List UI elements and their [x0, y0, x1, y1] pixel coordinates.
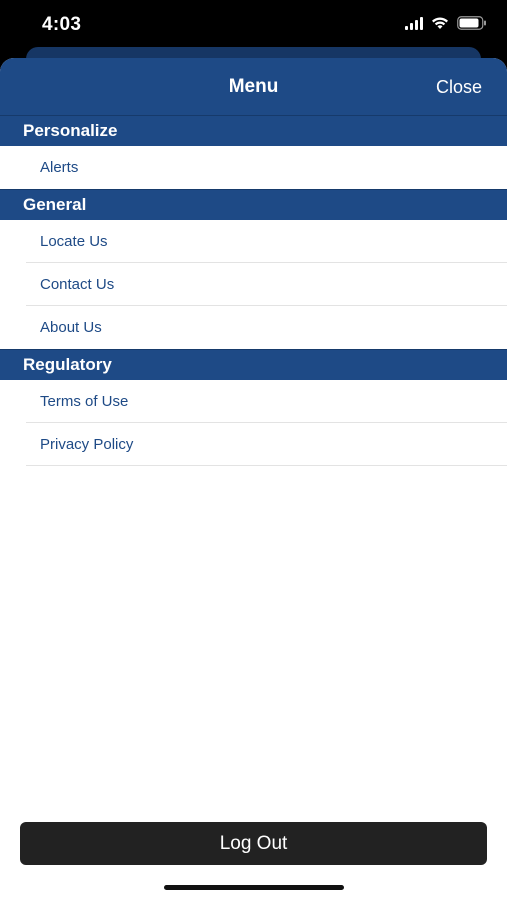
status-bar: 4:03 — [0, 0, 507, 50]
menu-item-contact-us[interactable]: Contact Us — [0, 263, 507, 306]
logout-button[interactable]: Log Out — [20, 822, 487, 865]
menu-item-locate-us[interactable]: Locate Us — [0, 220, 507, 263]
status-time: 4:03 — [42, 14, 82, 35]
section-header-general: General — [0, 189, 507, 220]
home-indicator[interactable] — [164, 885, 344, 890]
menu-item-about-us[interactable]: About Us — [0, 306, 507, 349]
page-title: Menu — [228, 76, 279, 97]
nav-bar: Menu Close — [0, 58, 507, 115]
menu-item-terms-of-use[interactable]: Terms of Use — [0, 380, 507, 423]
close-button[interactable]: Close — [436, 77, 482, 98]
menu-item-alerts[interactable]: Alerts — [0, 146, 507, 189]
menu-item-privacy-policy[interactable]: Privacy Policy — [0, 423, 507, 466]
section-header-personalize: Personalize — [0, 115, 507, 146]
menu-sheet: Menu Close Personalize Alerts General Lo… — [0, 58, 507, 900]
battery-icon — [457, 16, 487, 30]
cellular-signal-icon — [405, 16, 423, 30]
wifi-icon — [431, 16, 449, 30]
status-icons — [405, 16, 487, 30]
section-header-regulatory: Regulatory — [0, 349, 507, 380]
app-screen: 4:03 Menu Close Personalize Alerts Gener… — [0, 0, 507, 900]
